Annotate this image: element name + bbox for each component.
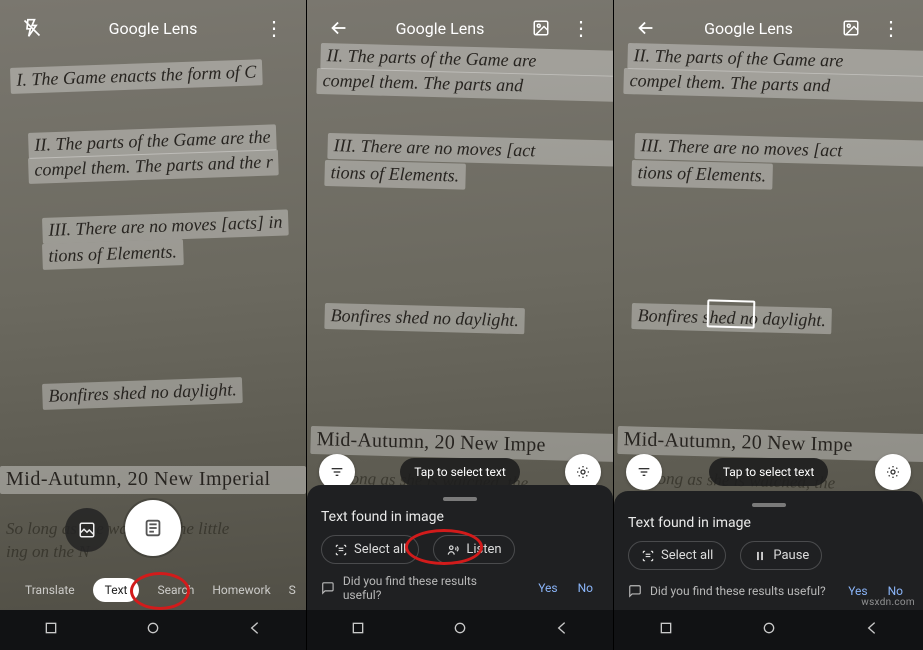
mode-selector: Translate Text Search Homework S <box>0 570 306 610</box>
ocr-text[interactable]: tions of Elements. <box>42 239 183 270</box>
nav-back-icon[interactable] <box>554 620 570 640</box>
listen-label: Listen <box>466 542 501 557</box>
nav-back-icon[interactable] <box>247 620 263 640</box>
panel-actions: Select all Pause <box>628 541 909 570</box>
capture-controls: Translate Text Search Homework S <box>0 500 306 610</box>
app-title: Google Lens <box>666 19 831 38</box>
top-bar: Google Lens <box>614 0 923 56</box>
mode-search[interactable]: Search <box>157 583 194 597</box>
select-all-button[interactable]: Select all <box>628 541 726 570</box>
result-panel: Text found in image Select all Listen Di… <box>307 485 613 610</box>
ocr-text[interactable]: Bonfires shed no daylight. <box>324 303 525 334</box>
chat-icon <box>628 584 642 598</box>
select-all-label: Select all <box>354 542 406 557</box>
nav-recent-icon[interactable] <box>350 620 366 640</box>
more-icon[interactable] <box>254 8 294 48</box>
ocr-text[interactable]: tions of Elements. <box>324 160 465 189</box>
ocr-text[interactable]: tions of Elements. <box>631 160 772 189</box>
nav-home-icon[interactable] <box>761 620 777 640</box>
app-title: Google Lens <box>359 19 521 38</box>
image-icon[interactable] <box>831 8 871 48</box>
mode-homework[interactable]: Homework <box>212 583 270 597</box>
mode-translate[interactable]: Translate <box>25 583 75 597</box>
sparkle-button[interactable] <box>875 454 911 490</box>
drag-handle[interactable] <box>752 503 786 507</box>
more-icon[interactable] <box>561 8 601 48</box>
chat-icon <box>321 581 335 595</box>
filter-button[interactable] <box>626 454 662 490</box>
nav-back-icon[interactable] <box>864 620 880 640</box>
flash-off-icon[interactable] <box>12 8 52 48</box>
tap-hint: Tap to select text <box>709 458 829 486</box>
tap-hint: Tap to select text <box>400 458 520 486</box>
listen-button[interactable]: Listen <box>433 535 514 564</box>
pause-label: Pause <box>773 548 809 563</box>
result-panel: Text found in image Select all Pause Did… <box>614 491 923 610</box>
back-icon[interactable] <box>319 8 359 48</box>
nav-home-icon[interactable] <box>145 620 161 640</box>
panel-actions: Select all Listen <box>321 535 599 564</box>
ocr-text[interactable]: Bonfires shed no daylight. <box>631 303 832 334</box>
top-bar: Google Lens <box>307 0 613 56</box>
feedback-question: Did you find these results useful? <box>650 584 826 598</box>
screenshot-3: Google Lens II. The parts of the Game ar… <box>613 0 923 650</box>
select-all-button[interactable]: Select all <box>321 535 419 564</box>
image-icon[interactable] <box>521 8 561 48</box>
nav-recent-icon[interactable] <box>658 620 674 640</box>
panel-title: Text found in image <box>628 515 909 531</box>
select-all-label: Select all <box>661 548 713 563</box>
feedback-yes[interactable]: Yes <box>532 577 563 599</box>
ocr-text[interactable]: III. There are no moves [acts] in <box>42 209 289 243</box>
screenshot-1: Google Lens I. The Game enacts the form … <box>0 0 306 650</box>
shutter-button[interactable] <box>125 500 181 556</box>
system-nav <box>0 610 306 650</box>
ocr-text[interactable]: I. The Game enacts the form of C <box>10 59 263 93</box>
top-bar: Google Lens <box>0 0 306 56</box>
screenshot-2: Google Lens II. The parts of the Game ar… <box>306 0 613 650</box>
mode-text[interactable]: Text <box>93 578 140 602</box>
float-toolbar: Tap to select text <box>614 450 923 494</box>
more-icon[interactable] <box>871 8 911 48</box>
ocr-text[interactable]: Bonfires shed no daylight. <box>42 377 243 410</box>
mode-shopping[interactable]: S <box>289 583 296 597</box>
ocr-text[interactable]: Mid-Autumn, 20 New Imperial <box>0 466 306 494</box>
app-title: Google Lens <box>52 19 254 38</box>
system-nav <box>614 610 923 650</box>
panel-title: Text found in image <box>321 509 599 525</box>
pause-button[interactable]: Pause <box>740 541 822 570</box>
gallery-button[interactable] <box>65 508 109 552</box>
nav-recent-icon[interactable] <box>43 620 59 640</box>
watermark: wsxdn.com <box>861 597 915 608</box>
drag-handle[interactable] <box>443 497 477 501</box>
feedback-no[interactable]: No <box>572 577 599 599</box>
system-nav <box>307 610 613 650</box>
feedback-row: Did you find these results useful? Yes N… <box>321 574 599 602</box>
feedback-question: Did you find these results useful? <box>343 574 516 602</box>
nav-home-icon[interactable] <box>452 620 468 640</box>
back-icon[interactable] <box>626 8 666 48</box>
